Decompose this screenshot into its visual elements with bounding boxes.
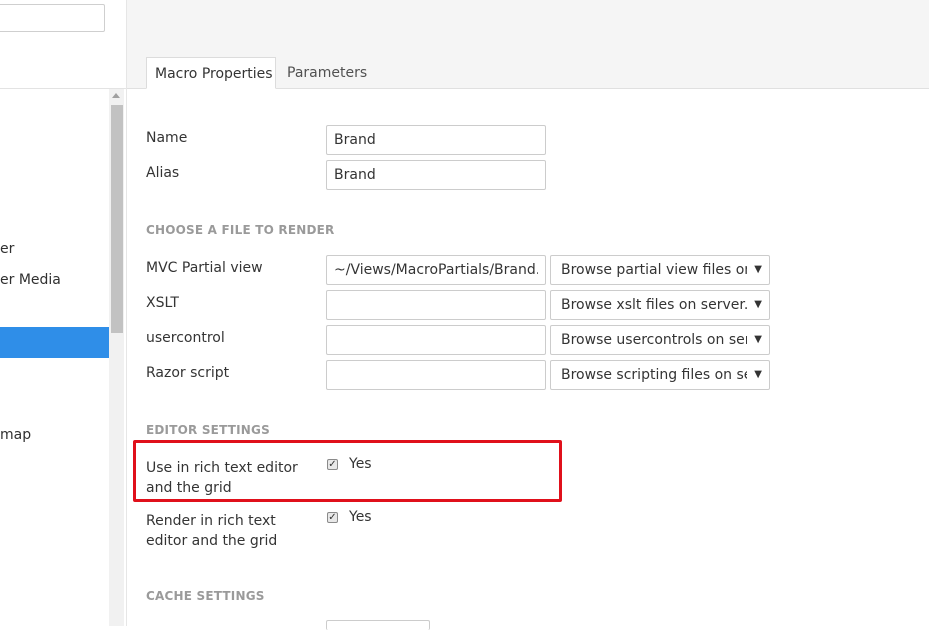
razor-script-browse-select[interactable]: Browse scripting files on ser ▼ [550,360,770,390]
tab-macro-properties[interactable]: Macro Properties [146,57,276,89]
razor-script-input[interactable] [326,360,546,390]
usercontrol-browse-select[interactable]: Browse usercontrols on serv ▼ [550,325,770,355]
sidebar-item-active[interactable] [0,327,109,358]
xslt-browse-select[interactable]: Browse xslt files on server... ▼ [550,290,770,320]
usercontrol-label: usercontrol [146,330,225,346]
render-in-rte-yes-label: Yes [349,509,372,525]
cache-period-input[interactable] [326,620,430,630]
sidebar-item[interactable]: map [0,427,31,443]
name-input[interactable] [326,125,546,155]
caret-down-icon: ▼ [754,264,762,275]
name-label: Name [146,130,188,146]
sidebar [0,0,127,626]
checkmark-icon: ✓ [328,512,337,523]
sidebar-item[interactable]: er Media [0,272,61,288]
usercontrol-input[interactable] [326,325,546,355]
xslt-label: XSLT [146,295,179,311]
cache-settings-heading: CACHE SETTINGS [146,589,265,603]
sidebar-scrollbar-thumb[interactable] [111,105,123,333]
alias-input[interactable] [326,160,546,190]
partial-view-browse-select[interactable]: Browse partial view files on s ▼ [550,255,770,285]
highlight-box [133,440,562,502]
select-value: Browse xslt files on server... [561,297,747,313]
select-value: Browse usercontrols on serv [561,332,747,348]
render-in-rte-label: Render in rich text editor and the grid [146,511,277,551]
sidebar-item[interactable]: er [0,241,14,257]
caret-down-icon: ▼ [754,299,762,310]
editor-settings-heading: EDITOR SETTINGS [146,423,270,437]
mvc-partial-view-input[interactable] [326,255,546,285]
tab-parameters[interactable]: Parameters [279,57,371,89]
scroll-up-arrow-icon[interactable] [112,93,120,98]
choose-file-heading: CHOOSE A FILE TO RENDER [146,223,335,237]
caret-down-icon: ▼ [754,369,762,380]
label-line: editor and the grid [146,533,278,549]
select-value: Browse partial view files on s [561,262,747,278]
caret-down-icon: ▼ [754,334,762,345]
razor-script-label: Razor script [146,365,230,381]
tab-label: Macro Properties [155,66,273,82]
render-in-rte-checkbox[interactable]: ✓ [327,512,338,523]
mvc-partial-view-label: MVC Partial view [146,260,263,276]
sidebar-search-input[interactable] [0,4,105,32]
sidebar-divider [0,88,126,89]
alias-label: Alias [146,165,180,181]
select-value: Browse scripting files on ser [561,367,747,383]
xslt-input[interactable] [326,290,546,320]
tab-label: Parameters [287,65,368,81]
label-line: Render in rich text [146,513,276,529]
